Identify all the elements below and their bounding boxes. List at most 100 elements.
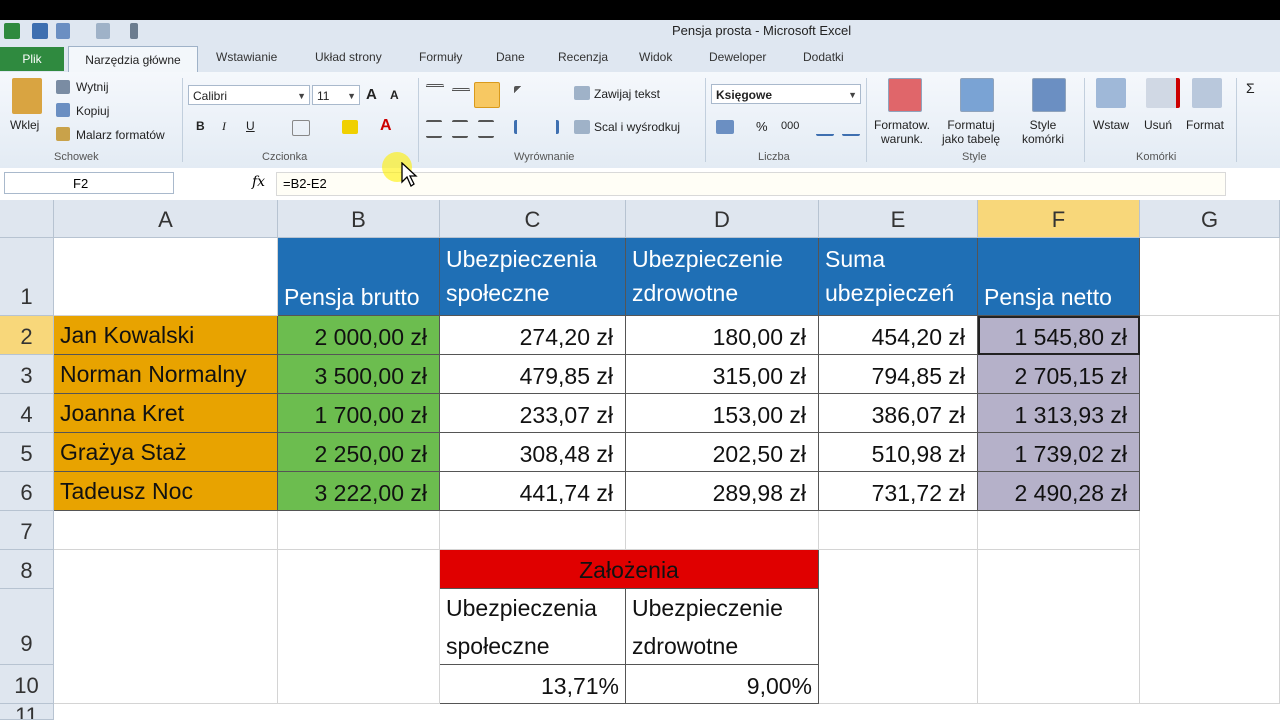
table-cell-netto[interactable]: 1 739,02 zł	[978, 433, 1140, 472]
cell-f1-header[interactable]: Pensja netto	[978, 238, 1140, 316]
table-cell-brutto[interactable]: 3 500,00 zł	[278, 355, 440, 394]
table-cell-health[interactable]: 202,50 zł	[626, 433, 819, 472]
cell-styles-icon[interactable]	[1032, 78, 1066, 112]
cell-empty[interactable]	[278, 511, 440, 550]
insert-cells-icon[interactable]	[1096, 78, 1126, 108]
cell-empty[interactable]	[278, 550, 440, 704]
column-header[interactable]: G	[1140, 200, 1280, 238]
table-cell-name[interactable]: Jan Kowalski	[54, 316, 278, 355]
grow-font-icon[interactable]: A	[366, 86, 377, 103]
name-box[interactable]: F2	[4, 172, 174, 194]
table-cell-brutto[interactable]: 3 222,00 zł	[278, 472, 440, 511]
assumptions-title[interactable]: Założenia	[440, 550, 819, 589]
table-cell-netto[interactable]: 2 490,28 zł	[978, 472, 1140, 511]
insert-function-icon[interactable]: fx	[252, 174, 265, 190]
table-cell-social[interactable]: 274,20 zł	[440, 316, 626, 355]
cell-styles-button[interactable]: Style komórki	[1022, 118, 1064, 146]
format-as-table-button[interactable]: Formatuj jako tabelę	[942, 118, 1000, 146]
row-header[interactable]: 3	[0, 355, 54, 394]
cell-g1[interactable]	[1140, 238, 1280, 316]
table-cell-sum[interactable]: 454,20 zł	[819, 316, 978, 355]
table-cell-social[interactable]: 308,48 zł	[440, 433, 626, 472]
table-cell-sum[interactable]: 386,07 zł	[819, 394, 978, 433]
shrink-font-icon[interactable]: A	[390, 88, 399, 102]
cut-button[interactable]: Wytnij	[76, 80, 109, 94]
table-cell-health[interactable]: 289,98 zł	[626, 472, 819, 511]
table-cell-sum[interactable]: 731,72 zł	[819, 472, 978, 511]
paste-icon[interactable]	[12, 78, 42, 114]
font-color-icon[interactable]: A	[380, 117, 392, 135]
align-top-icon[interactable]	[426, 84, 444, 101]
table-cell-netto[interactable]: 1 313,93 zł	[978, 394, 1140, 433]
merge-center-icon[interactable]	[574, 120, 590, 134]
fill-color-icon[interactable]	[342, 120, 358, 134]
currency-icon[interactable]	[716, 120, 734, 134]
copy-button[interactable]: Kopiuj	[76, 104, 109, 118]
table-cell-social[interactable]: 479,85 zł	[440, 355, 626, 394]
table-cell-health[interactable]: 153,00 zł	[626, 394, 819, 433]
table-cell-name[interactable]: Grażya Staż	[54, 433, 278, 472]
tab-data[interactable]: Dane	[496, 50, 525, 64]
autosum-icon[interactable]: Σ	[1246, 80, 1255, 96]
increase-decimal-icon[interactable]	[816, 120, 834, 136]
column-header[interactable]: E	[819, 200, 978, 238]
tab-addins[interactable]: Dodatki	[803, 50, 844, 64]
column-header[interactable]: C	[440, 200, 626, 238]
font-size-combo[interactable]: 11 ▼	[312, 85, 360, 105]
cell-empty[interactable]	[626, 511, 819, 550]
tab-insert[interactable]: Wstawianie	[216, 50, 277, 64]
column-header[interactable]: B	[278, 200, 440, 238]
decrease-decimal-icon[interactable]	[842, 120, 860, 136]
cell-empty[interactable]	[978, 550, 1140, 704]
row-header[interactable]: 2	[0, 316, 54, 355]
assumptions-value-health[interactable]: 9,00%	[626, 665, 819, 704]
format-painter-icon[interactable]	[56, 127, 70, 141]
tab-home[interactable]: Narzędzia główne	[68, 46, 198, 74]
redo-icon[interactable]	[96, 23, 110, 39]
tab-file[interactable]: Plik	[0, 47, 64, 71]
assumptions-value-social[interactable]: 13,71%	[440, 665, 626, 704]
customize-qat-icon[interactable]	[130, 23, 138, 39]
table-cell-name[interactable]: Joanna Kret	[54, 394, 278, 433]
format-as-table-icon[interactable]	[960, 78, 994, 112]
tab-review[interactable]: Recenzja	[558, 50, 608, 64]
decrease-indent-icon[interactable]	[514, 120, 533, 134]
align-right-icon[interactable]	[478, 120, 494, 138]
orientation-icon[interactable]	[514, 86, 536, 100]
cell-empty[interactable]	[1140, 316, 1280, 704]
tab-page-layout[interactable]: Układ strony	[315, 50, 382, 64]
table-cell-brutto[interactable]: 1 700,00 zł	[278, 394, 440, 433]
align-center-icon[interactable]	[452, 120, 468, 138]
align-middle-icon[interactable]	[452, 88, 470, 101]
column-header[interactable]: D	[626, 200, 819, 238]
row-header[interactable]: 11	[0, 704, 54, 720]
cell-empty[interactable]	[54, 511, 278, 550]
number-format-combo[interactable]: Księgowe ▼	[711, 84, 861, 104]
row-header[interactable]: 4	[0, 394, 54, 433]
underline-button[interactable]: U	[246, 119, 255, 133]
table-cell-sum[interactable]: 794,85 zł	[819, 355, 978, 394]
italic-button[interactable]: I	[222, 119, 226, 134]
cell-empty[interactable]	[978, 511, 1140, 550]
row-header[interactable]: 7	[0, 511, 54, 550]
table-cell-health[interactable]: 315,00 zł	[626, 355, 819, 394]
table-cell-brutto[interactable]: 2 000,00 zł	[278, 316, 440, 355]
cell-b1-header[interactable]: Pensja brutto	[278, 238, 440, 316]
tab-developer[interactable]: Deweloper	[709, 50, 766, 64]
table-cell-brutto[interactable]: 2 250,00 zł	[278, 433, 440, 472]
format-painter-button[interactable]: Malarz formatów	[76, 128, 165, 142]
increase-indent-icon[interactable]	[540, 120, 559, 134]
table-cell-health[interactable]: 180,00 zł	[626, 316, 819, 355]
cell-a1[interactable]	[54, 238, 278, 316]
delete-cells-icon[interactable]	[1146, 78, 1180, 108]
cell-c1-header[interactable]: Ubezpieczenia społeczne	[440, 238, 626, 316]
assumptions-label-social[interactable]: Ubezpieczenia społeczne	[440, 589, 626, 665]
row-header[interactable]: 8	[0, 550, 54, 589]
conditional-format-button[interactable]: Formatow. warunk.	[874, 118, 930, 146]
selected-cell-f2[interactable]: 1 545,80 zł	[978, 316, 1140, 355]
copy-icon[interactable]	[56, 103, 70, 117]
wrap-text-button[interactable]: Zawijaj tekst	[594, 87, 660, 101]
cell-d1-header[interactable]: Ubezpieczenie zdrowotne	[626, 238, 819, 316]
table-cell-netto[interactable]: 2 705,15 zł	[978, 355, 1140, 394]
cell-e1-header[interactable]: Suma ubezpieczeń	[819, 238, 978, 316]
